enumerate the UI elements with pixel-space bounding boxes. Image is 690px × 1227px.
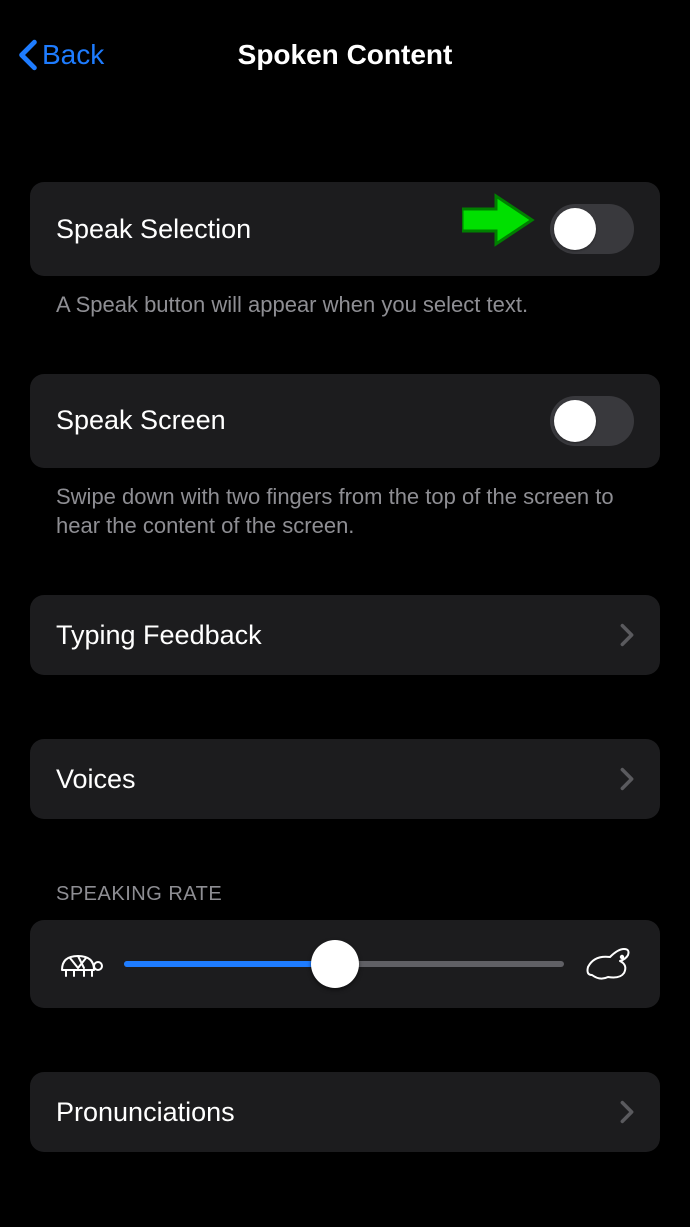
speak-screen-toggle[interactable] (550, 396, 634, 446)
back-label: Back (42, 39, 104, 71)
speak-screen-label: Speak Screen (56, 405, 226, 436)
voices-label: Voices (56, 764, 136, 795)
row-speak-screen[interactable]: Speak Screen (30, 374, 660, 468)
slider-thumb (311, 940, 359, 988)
speak-screen-footer: Swipe down with two fingers from the top… (30, 468, 660, 541)
slider-fill (124, 961, 335, 967)
toggle-knob (554, 400, 596, 442)
tortoise-icon (56, 946, 104, 982)
toggle-knob (554, 208, 596, 250)
pronunciations-label: Pronunciations (56, 1097, 235, 1128)
rabbit-icon (584, 945, 634, 983)
speak-selection-footer: A Speak button will appear when you sele… (30, 276, 660, 320)
chevron-right-icon (620, 767, 634, 791)
chevron-right-icon (620, 1100, 634, 1124)
speak-selection-toggle[interactable] (550, 204, 634, 254)
speaking-rate-header: SPEAKING RATE (30, 883, 660, 920)
row-voices[interactable]: Voices (30, 739, 660, 819)
row-pronunciations[interactable]: Pronunciations (30, 1072, 660, 1152)
back-button[interactable]: Back (18, 0, 104, 110)
page-title: Spoken Content (238, 39, 453, 71)
navbar: Back Spoken Content (0, 0, 690, 110)
speak-selection-label: Speak Selection (56, 214, 251, 245)
chevron-right-icon (620, 623, 634, 647)
typing-feedback-label: Typing Feedback (56, 620, 262, 651)
speaking-rate-slider[interactable] (124, 940, 564, 988)
row-speak-selection[interactable]: Speak Selection (30, 182, 660, 276)
row-typing-feedback[interactable]: Typing Feedback (30, 595, 660, 675)
chevron-left-icon (18, 39, 38, 71)
row-speaking-rate (30, 920, 660, 1008)
